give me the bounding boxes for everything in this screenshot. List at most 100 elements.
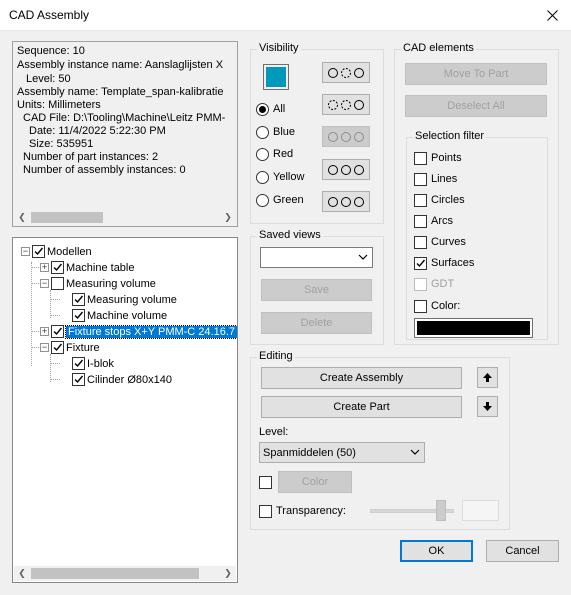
tree-item-measuring-volume-group[interactable]: − Measuring volume [40,276,156,291]
scrollbar-thumb[interactable] [31,568,199,579]
create-assembly-button[interactable]: Create Assembly [261,367,462,389]
filter-color-swatch[interactable] [414,318,533,338]
collapse-icon[interactable]: − [21,247,30,256]
filter-lines[interactable]: Lines [414,172,457,186]
radio-button[interactable] [256,125,269,139]
tree-checkbox[interactable] [51,261,64,274]
transparency-slider-thumb[interactable] [436,500,446,521]
radio-yellow[interactable]: Yellow [256,170,304,184]
tree-item-modellen[interactable]: − Modellen [21,244,92,259]
radio-all[interactable]: All [256,102,285,116]
tree-item-fixture-stops[interactable]: + Fixture stops X+Y PMM-C 24.16.7 [40,324,237,339]
checkbox[interactable] [414,235,427,249]
tree-checkbox[interactable] [72,373,85,386]
checkbox[interactable] [414,193,427,207]
info-sequence: Sequence: 10 [17,45,85,57]
visibility-toggle-button-2[interactable] [322,94,370,115]
checkmark-icon [416,259,426,267]
transparency-row[interactable]: Transparency: [259,504,346,518]
scroll-left-icon[interactable]: ❮ [14,566,30,581]
save-view-button[interactable]: Save [261,279,372,301]
scroll-left-icon[interactable]: ❮ [14,210,30,225]
saved-views-dropdown[interactable] [260,247,373,268]
tree-checkbox[interactable] [72,293,85,306]
radio-label: Yellow [273,171,305,183]
scroll-right-icon[interactable]: ❯ [220,210,236,225]
checkbox[interactable] [414,277,427,291]
tree-checkbox[interactable] [51,277,64,290]
filter-surfaces[interactable]: Surfaces [414,256,474,270]
checkmark-icon [74,359,84,368]
tree-item-machine-volume[interactable]: Machine volume [72,308,167,323]
checkmark-icon [74,311,84,320]
radio-button[interactable] [256,102,269,116]
tree-item-i-blok[interactable]: I-blok [72,356,114,371]
move-down-button[interactable] [477,396,498,417]
checkbox[interactable] [414,172,427,186]
filter-arcs[interactable]: Arcs [414,214,453,228]
info-assembly-name: Assembly name: Template_span-kalibratie [17,86,224,98]
collapse-icon[interactable]: − [40,279,49,288]
checkbox[interactable] [414,299,427,313]
radio-label: Blue [273,126,296,138]
tree-checkbox[interactable] [72,357,85,370]
visibility-toggle-button-5[interactable] [322,191,370,212]
color-checkbox[interactable] [259,475,272,489]
window-title: CAD Assembly [9,8,90,22]
radio-button[interactable] [256,147,269,161]
checkbox-label: Lines [431,173,458,185]
checkbox[interactable] [414,214,427,228]
move-up-button[interactable] [477,367,498,388]
checkmark-icon [53,327,63,336]
filter-gdt[interactable]: GDT [414,277,454,291]
info-size: Size: 535951 [29,138,94,150]
radio-blue[interactable]: Blue [256,125,295,139]
radio-button[interactable] [256,170,269,184]
transparency-checkbox[interactable] [259,504,272,518]
tree-item-machine-table[interactable]: + Machine table [40,260,135,275]
filter-color[interactable]: Color: [414,299,460,313]
move-to-part-button[interactable]: Move To Part [405,63,547,85]
radio-button[interactable] [256,193,269,207]
level-dropdown[interactable]: Spanmiddelen (50) [259,442,425,463]
delete-view-button[interactable]: Delete [261,312,372,334]
expand-icon[interactable]: + [40,327,49,336]
close-button[interactable] [541,5,563,25]
tree-item-fixture[interactable]: − Fixture [40,340,100,355]
collapse-icon[interactable]: − [40,343,49,352]
filter-circles[interactable]: Circles [414,193,465,207]
info-horizontal-scrollbar[interactable]: ❮ ❯ [14,210,236,225]
tree-checkbox[interactable] [51,341,64,354]
filter-points[interactable]: Points [414,151,462,165]
tree-checkbox[interactable] [51,325,64,338]
visibility-color-swatch[interactable] [263,64,289,90]
checkmark-icon [34,247,44,256]
tree-item-cilinder[interactable]: Cilinder Ø80x140 [72,372,172,387]
scrollbar-thumb[interactable] [31,212,103,223]
arrow-down-icon [483,402,492,411]
visibility-toggle-button-1[interactable] [322,62,370,83]
checkbox[interactable] [414,256,427,270]
tree-item-measuring-volume[interactable]: Measuring volume [72,292,177,307]
scroll-right-icon[interactable]: ❯ [220,566,236,581]
checkbox-label: Circles [431,194,465,206]
create-part-button[interactable]: Create Part [261,396,462,418]
tree-horizontal-scrollbar[interactable]: ❮ ❯ [14,566,236,581]
checkmark-icon [74,375,84,384]
cancel-button[interactable]: Cancel [486,540,559,562]
radio-green[interactable]: Green [256,193,304,207]
tree-checkbox[interactable] [72,309,85,322]
radio-label: Red [273,148,294,160]
visibility-toggle-button-4[interactable] [322,159,370,180]
assembly-tree[interactable]: − Modellen + Machine table − Measuring v… [12,237,238,583]
ok-button[interactable]: OK [400,540,473,562]
deselect-all-button[interactable]: Deselect All [405,95,547,117]
expand-icon[interactable]: + [40,263,49,272]
visibility-toggle-button-3[interactable] [322,126,370,147]
radio-red[interactable]: Red [256,147,293,161]
color-button[interactable]: Color [278,471,352,493]
checkbox[interactable] [414,151,427,165]
tree-checkbox[interactable] [32,245,45,258]
color-checkbox-row[interactable] [259,475,276,489]
filter-curves[interactable]: Curves [414,235,466,249]
